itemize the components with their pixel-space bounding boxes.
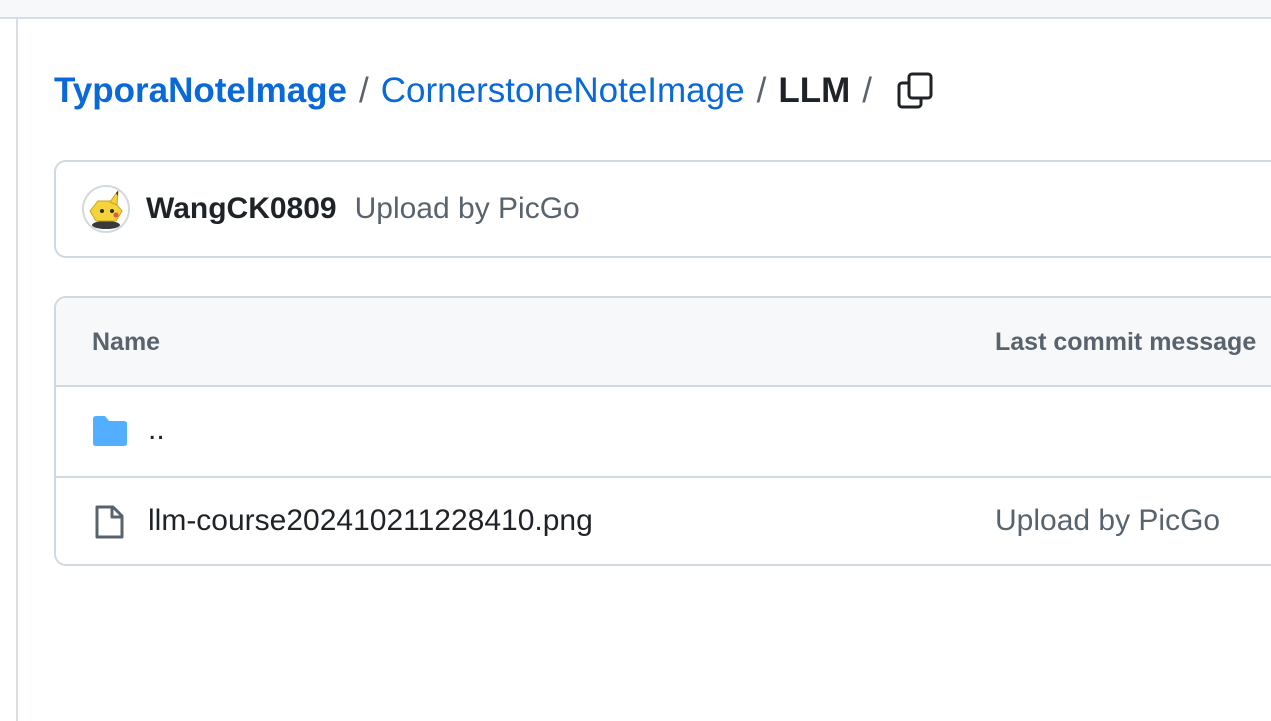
commit-author[interactable]: WangCK0809 <box>146 192 337 226</box>
breadcrumb-separator: / <box>359 71 369 110</box>
file-table-header: Name Last commit message <box>56 298 1271 387</box>
breadcrumb-current: LLM <box>778 71 851 110</box>
column-header-last-commit-message: Last commit message <box>995 328 1257 356</box>
file-table: Name Last commit message .. llm-course20… <box>54 296 1271 566</box>
breadcrumb-separator: / <box>862 71 872 110</box>
top-bar <box>0 0 1271 19</box>
sidebar-divider <box>16 19 18 721</box>
avatar[interactable] <box>82 185 130 233</box>
folder-icon <box>93 416 127 446</box>
copy-icon <box>897 72 933 109</box>
file-name-link[interactable]: llm-course202410211228410.png <box>148 504 593 538</box>
commit-message[interactable]: Upload by PicGo <box>355 192 580 226</box>
breadcrumb-folder-link[interactable]: CornerstoneNoteImage <box>381 71 745 111</box>
row-commit-message[interactable]: Upload by PicGo <box>995 504 1220 538</box>
column-header-name: Name <box>92 328 161 356</box>
latest-commit-box: WangCK0809 Upload by PicGo <box>54 160 1271 258</box>
breadcrumb-root-link[interactable]: TyporaNoteImage <box>54 71 347 111</box>
copy-path-button[interactable] <box>894 69 938 113</box>
breadcrumb: TyporaNoteImage / CornerstoneNoteImage /… <box>54 66 938 116</box>
pikachu-avatar-icon <box>84 187 128 231</box>
breadcrumb-separator: / <box>756 71 767 110</box>
table-row-parent-directory[interactable]: .. <box>56 387 1271 476</box>
file-icon <box>95 505 124 539</box>
table-row-file[interactable]: llm-course202410211228410.png Upload by … <box>56 476 1271 564</box>
parent-directory-link[interactable]: .. <box>148 413 165 447</box>
